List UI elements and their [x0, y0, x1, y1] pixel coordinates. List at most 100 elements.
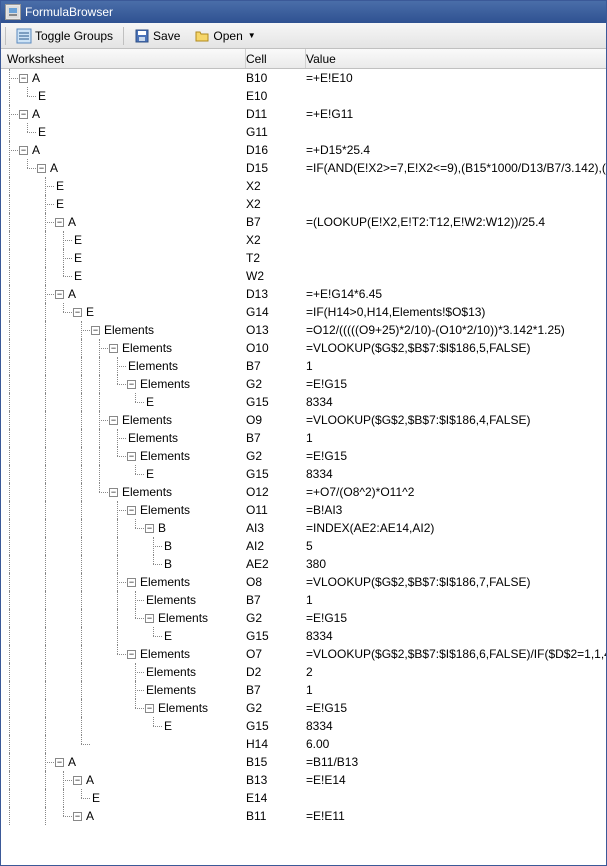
tree-guide: [37, 681, 55, 699]
tree-row[interactable]: ElementsD22: [1, 663, 606, 681]
tree-guide: [19, 465, 37, 483]
collapse-icon[interactable]: [37, 164, 46, 173]
formula-tree[interactable]: AB10=+E!E10EE10AD11=+E!G11EG11AD16=+D15*…: [1, 69, 606, 865]
tree-guide: [19, 789, 37, 807]
tree-guide: [55, 465, 73, 483]
collapse-icon[interactable]: [127, 452, 136, 461]
chevron-down-icon: ▼: [248, 31, 256, 40]
cell-value: =VLOOKUP($G$2,$B$7:$I$186,6,FALSE)/IF($D…: [306, 647, 606, 661]
cell-ref: G15: [246, 395, 306, 409]
tree-row[interactable]: EG14=IF(H14>0,H14,Elements!$O$13): [1, 303, 606, 321]
tree-guide: [55, 393, 73, 411]
tree-row[interactable]: EG11: [1, 123, 606, 141]
worksheet-label: E: [38, 125, 46, 139]
tree-row[interactable]: AD13=+E!G14*6.45: [1, 285, 606, 303]
tree-guide: [109, 465, 127, 483]
tree-connector: [127, 663, 145, 681]
tree-guide: [19, 447, 37, 465]
tree-row[interactable]: ElementsB71: [1, 591, 606, 609]
collapse-icon[interactable]: [55, 218, 64, 227]
collapse-icon[interactable]: [109, 344, 118, 353]
toggle-groups-button[interactable]: Toggle Groups: [12, 26, 117, 46]
tree-row[interactable]: EG158334: [1, 465, 606, 483]
tree-row[interactable]: H146.00: [1, 735, 606, 753]
collapse-icon[interactable]: [109, 488, 118, 497]
worksheet-label: E: [74, 233, 82, 247]
collapse-icon[interactable]: [55, 290, 64, 299]
collapse-icon[interactable]: [145, 524, 154, 533]
collapse-icon[interactable]: [91, 326, 100, 335]
open-button[interactable]: Open ▼: [190, 26, 259, 46]
tree-row[interactable]: BAI3=INDEX(AE2:AE14,AI2): [1, 519, 606, 537]
tree-row[interactable]: AB15=B11/B13: [1, 753, 606, 771]
worksheet-label: Elements: [104, 323, 154, 337]
tree-guide: [19, 591, 37, 609]
header-cell[interactable]: Cell: [246, 49, 306, 68]
tree-row[interactable]: ElementsG2=E!G15: [1, 375, 606, 393]
tree-row[interactable]: AB13=E!E14: [1, 771, 606, 789]
tree-row[interactable]: EX2: [1, 177, 606, 195]
collapse-icon[interactable]: [73, 776, 82, 785]
collapse-icon[interactable]: [19, 110, 28, 119]
tree-row[interactable]: ElementsO11=B!AI3: [1, 501, 606, 519]
tree-row[interactable]: BAI25: [1, 537, 606, 555]
tree-row[interactable]: ET2: [1, 249, 606, 267]
cell-value: =E!G15: [306, 611, 606, 625]
tree-row[interactable]: AD16=+D15*25.4: [1, 141, 606, 159]
tree-row[interactable]: EX2: [1, 195, 606, 213]
tree-row[interactable]: ElementsO12=+O7/(O8^2)*O11^2: [1, 483, 606, 501]
tree-connector: [91, 411, 109, 429]
cell-value: 6.00: [306, 737, 606, 751]
tree-row[interactable]: ElementsB71: [1, 429, 606, 447]
tree-row[interactable]: EG158334: [1, 393, 606, 411]
collapse-icon[interactable]: [55, 758, 64, 767]
collapse-icon[interactable]: [19, 74, 28, 83]
tree-guide: [55, 411, 73, 429]
collapse-icon[interactable]: [145, 704, 154, 713]
tree-row[interactable]: ElementsG2=E!G15: [1, 699, 606, 717]
collapse-icon[interactable]: [73, 812, 82, 821]
header-worksheet[interactable]: Worksheet: [1, 49, 246, 68]
collapse-icon[interactable]: [19, 146, 28, 155]
tree-row[interactable]: ElementsB71: [1, 681, 606, 699]
cell-value: 8334: [306, 467, 606, 481]
tree-row[interactable]: ElementsO8=VLOOKUP($G$2,$B$7:$I$186,7,FA…: [1, 573, 606, 591]
collapse-icon[interactable]: [127, 506, 136, 515]
tree-row[interactable]: ElementsO7=VLOOKUP($G$2,$B$7:$I$186,6,FA…: [1, 645, 606, 663]
tree-row[interactable]: AD11=+E!G11: [1, 105, 606, 123]
tree-connector: [55, 807, 73, 825]
tree-connector: [1, 69, 19, 87]
tree-row[interactable]: ElementsB71: [1, 357, 606, 375]
tree-row[interactable]: EW2: [1, 267, 606, 285]
tree-row[interactable]: ElementsG2=E!G15: [1, 609, 606, 627]
tree-row[interactable]: ElementsG2=E!G15: [1, 447, 606, 465]
tree-row[interactable]: AB11=E!E11: [1, 807, 606, 825]
tree-row[interactable]: ElementsO9=VLOOKUP($G$2,$B$7:$I$186,4,FA…: [1, 411, 606, 429]
collapse-icon[interactable]: [145, 614, 154, 623]
tree-row[interactable]: EG158334: [1, 717, 606, 735]
collapse-icon[interactable]: [127, 578, 136, 587]
tree-row[interactable]: AD15=IF(AND(E!X2>=7,E!X2<=9),(B15*1000/D…: [1, 159, 606, 177]
tree-row[interactable]: ElementsO10=VLOOKUP($G$2,$B$7:$I$186,5,F…: [1, 339, 606, 357]
collapse-icon[interactable]: [127, 380, 136, 389]
tree-row[interactable]: EG158334: [1, 627, 606, 645]
tree-row[interactable]: EE10: [1, 87, 606, 105]
tree-connector: [73, 789, 91, 807]
tree-row[interactable]: ElementsO13=O12/(((((O9+25)*2/10)-(O10*2…: [1, 321, 606, 339]
tree-guide: [37, 609, 55, 627]
tree-row[interactable]: EX2: [1, 231, 606, 249]
tree-connector: [127, 591, 145, 609]
tree-guide: [55, 375, 73, 393]
collapse-icon[interactable]: [109, 416, 118, 425]
tree-row[interactable]: BAE2380: [1, 555, 606, 573]
tree-row[interactable]: EE14: [1, 789, 606, 807]
collapse-icon[interactable]: [127, 650, 136, 659]
tree-row[interactable]: AB10=+E!E10: [1, 69, 606, 87]
save-button[interactable]: Save: [130, 26, 184, 46]
cell-value: =VLOOKUP($G$2,$B$7:$I$186,7,FALSE): [306, 575, 606, 589]
tree-connector: [55, 771, 73, 789]
tree-row[interactable]: AB7=(LOOKUP(E!X2,E!T2:T12,E!W2:W12))/25.…: [1, 213, 606, 231]
header-value[interactable]: Value: [306, 49, 606, 68]
collapse-icon[interactable]: [73, 308, 82, 317]
save-label: Save: [153, 29, 180, 43]
